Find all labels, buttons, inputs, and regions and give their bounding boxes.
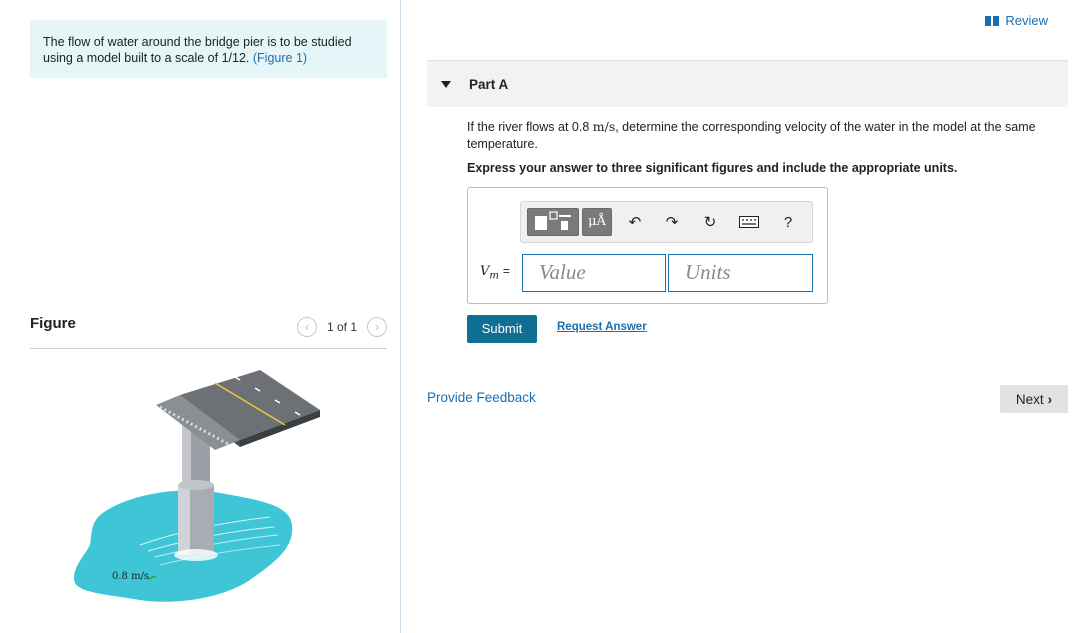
units-icon[interactable]: μÅ — [582, 208, 612, 236]
equals-sign: = — [502, 264, 510, 278]
velocity-label: 0.8 m/s — [112, 571, 149, 582]
review-link[interactable]: Review — [985, 13, 1048, 28]
value-input[interactable]: Value — [522, 254, 666, 292]
figure-link[interactable]: (Figure 1) — [253, 51, 307, 65]
variable-subscript: m — [489, 270, 499, 282]
submit-button[interactable]: Submit — [467, 315, 537, 343]
review-label: Review — [1005, 13, 1048, 28]
help-icon[interactable]: ? — [777, 211, 799, 233]
chevron-right-icon: › — [1047, 391, 1053, 407]
figure-header: Figure ‹ 1 of 1 › — [30, 308, 387, 349]
collapse-triangle-icon — [441, 81, 451, 88]
left-panel: The flow of water around the bridge pier… — [0, 0, 401, 633]
question-pre: If the river flows at 0.8 — [467, 120, 593, 134]
question-unit: m/s — [592, 119, 616, 134]
book-icon — [985, 15, 1000, 26]
redo-icon[interactable]: ↷ — [661, 211, 683, 233]
figure-page-count: 1 of 1 — [326, 320, 357, 334]
provide-feedback-link[interactable]: Provide Feedback — [427, 390, 536, 405]
figure-title: Figure — [30, 315, 76, 332]
right-panel: Review Part A If the river flows at 0.8 … — [400, 0, 1092, 633]
part-label: Part A — [469, 77, 509, 92]
templates-icon[interactable] — [527, 208, 579, 236]
units-input[interactable]: Units — [668, 254, 813, 292]
part-a-header[interactable]: Part A — [427, 60, 1068, 107]
variable-label: Vm = — [480, 264, 510, 282]
reset-icon[interactable]: ↻ — [699, 211, 721, 233]
next-button[interactable]: Next › — [1000, 385, 1068, 413]
answer-instruction: Express your answer to three significant… — [467, 161, 958, 175]
answer-box: μÅ ↶ ↷ ↻ ? Vm = Value Units — [467, 187, 828, 304]
variable-symbol: V — [480, 264, 490, 279]
keyboard-icon[interactable] — [738, 211, 760, 233]
question-text: If the river flows at 0.8 m/s, determine… — [467, 118, 1072, 153]
request-answer-link[interactable]: Request Answer — [557, 321, 647, 333]
chevron-right-icon[interactable]: › — [367, 317, 387, 337]
bridge-pier-figure: 0.8 m/s — [73, 370, 320, 602]
math-toolbar: μÅ ↶ ↷ ↻ ? — [520, 201, 813, 243]
chevron-left-icon[interactable]: ‹ — [296, 317, 317, 337]
problem-statement: The flow of water around the bridge pier… — [30, 20, 387, 78]
figure-pager: ‹ 1 of 1 › — [296, 317, 387, 337]
next-label: Next — [1015, 391, 1044, 407]
undo-icon[interactable]: ↶ — [624, 211, 646, 233]
